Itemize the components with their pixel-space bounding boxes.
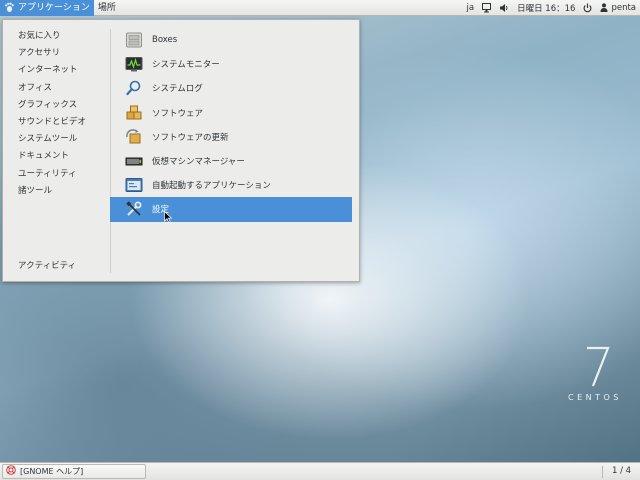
app-item-software[interactable]: ソフトウェア <box>110 101 352 125</box>
volume-icon[interactable] <box>499 3 509 13</box>
software-icon <box>125 104 143 122</box>
places-menu-button[interactable]: 場所 <box>94 0 120 16</box>
category-sundry[interactable]: 諸ツール <box>3 183 109 200</box>
power-icon[interactable] <box>583 3 592 13</box>
category-documents[interactable]: ドキュメント <box>3 148 109 165</box>
applications-foot-icon <box>4 2 15 13</box>
user-icon <box>600 3 608 12</box>
app-item-label: システムモニター <box>152 60 220 71</box>
category-favorites[interactable]: お気に入り <box>3 28 109 45</box>
software-update-icon <box>125 128 143 146</box>
taskbar-window-label: [GNOME ヘルプ] <box>20 467 84 476</box>
network-icon[interactable] <box>482 2 492 13</box>
app-item-label: ソフトウェア <box>152 108 204 119</box>
clock[interactable]: 日曜日 16：16 <box>517 2 575 14</box>
category-list: お気に入り アクセサリ インターネット オフィス グラフィックス サウンドとビデ… <box>3 28 109 200</box>
workspace-indicator[interactable]: 1 / 4 <box>612 464 631 479</box>
system-tray: ja 日曜日 16：16 penta <box>467 0 640 16</box>
applications-menu: お気に入り アクセサリ インターネット オフィス グラフィックス サウンドとビデ… <box>2 19 360 282</box>
app-item-label: システムログ <box>152 84 203 95</box>
app-item-system-log[interactable]: システムログ <box>110 76 352 100</box>
app-item-label: Boxes <box>152 35 178 46</box>
app-item-label: ソフトウェアの更新 <box>152 132 229 143</box>
app-item-label: 自動起動するアプリケーション <box>152 181 271 192</box>
settings-tools-icon <box>125 200 143 218</box>
centos-watermark-text: CENTOS <box>568 393 622 402</box>
category-accessories[interactable]: アクセサリ <box>3 45 109 62</box>
app-item-system-monitor[interactable]: システムモニター <box>110 52 352 76</box>
category-utilities[interactable]: ユーティリティ <box>3 166 109 183</box>
virt-manager-icon <box>125 152 143 170</box>
boxes-icon <box>125 31 143 49</box>
category-system-tools[interactable]: システムツール <box>3 131 109 148</box>
mouse-pointer-icon <box>164 211 172 223</box>
user-menu[interactable]: penta <box>600 3 636 13</box>
category-sound-video[interactable]: サウンドとビデオ <box>3 114 109 131</box>
system-log-icon <box>125 79 143 97</box>
application-list: Boxes システムモニター システムログ ソフトウェア ソフトウェアの更新 仮… <box>110 28 352 222</box>
app-item-boxes[interactable]: Boxes <box>110 28 352 52</box>
app-item-startup-apps[interactable]: 自動起動するアプリケーション <box>110 173 352 197</box>
app-item-settings[interactable]: 設定 <box>110 197 352 222</box>
places-label: 場所 <box>97 2 116 13</box>
centos-7-logo <box>587 346 610 387</box>
bottom-panel: [GNOME ヘルプ] 1 / 4 <box>0 462 640 480</box>
system-monitor-icon <box>125 55 143 73</box>
taskbar-window-button[interactable]: [GNOME ヘルプ] <box>2 464 146 479</box>
category-office[interactable]: オフィス <box>3 80 109 97</box>
user-name: penta <box>611 2 636 13</box>
startup-apps-icon <box>125 176 143 194</box>
input-method-indicator[interactable]: ja <box>467 3 475 13</box>
category-internet[interactable]: インターネット <box>3 62 109 79</box>
category-graphics[interactable]: グラフィックス <box>3 97 109 114</box>
app-item-label: 仮想マシンマネージャー <box>152 157 245 168</box>
activities-overview-item[interactable]: アクティビティ <box>3 258 109 275</box>
help-lifebuoy-icon <box>6 465 16 478</box>
applications-label: アプリケーション <box>18 2 90 13</box>
app-item-software-update[interactable]: ソフトウェアの更新 <box>110 125 352 149</box>
applications-menu-button[interactable]: アプリケーション <box>0 0 94 16</box>
workspace-separator <box>602 466 603 478</box>
app-item-virt-manager[interactable]: 仮想マシンマネージャー <box>110 149 352 173</box>
top-panel: アプリケーション 場所 ja 日曜日 16：16 penta <box>0 0 640 16</box>
